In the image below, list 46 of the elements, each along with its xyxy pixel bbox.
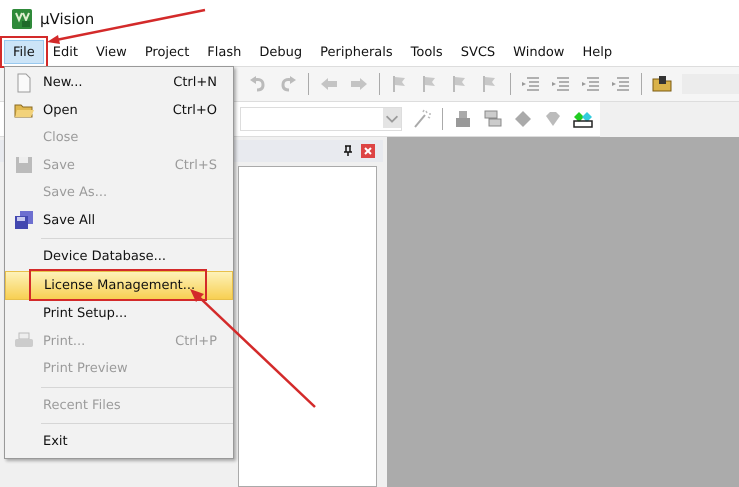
chevron-down-icon[interactable]: [383, 108, 401, 128]
menu-item[interactable]: View: [86, 40, 136, 64]
menu-entry[interactable]: Exit: [5, 428, 233, 456]
menu-entry[interactable]: Save All: [5, 206, 233, 234]
menu-entry-label: Save All: [43, 212, 96, 228]
menu-item[interactable]: Flash: [198, 40, 250, 64]
menu-item[interactable]: Project: [136, 40, 198, 64]
menu-entry-label: Print Setup...: [43, 306, 128, 322]
menu-entry-label: Save As...: [43, 185, 108, 200]
menu-entry-label: License Management...: [44, 278, 196, 293]
window-title: µVision: [40, 10, 94, 28]
menu-entry-label: Exit: [43, 434, 69, 450]
diamonds-icon[interactable]: [573, 109, 593, 129]
menu-entry-label: Device Database...: [43, 249, 168, 264]
menu-entry-label: Close: [43, 130, 80, 146]
menu-entry-label: Save: [43, 158, 76, 173]
menu-item[interactable]: Peripherals: [311, 40, 402, 64]
menu-entry-label: New...: [43, 75, 84, 90]
folder-icon[interactable]: [652, 74, 672, 94]
menu-entry[interactable]: Device Database...: [5, 243, 233, 270]
menu-entry-label: Print...: [43, 334, 86, 349]
windows-icon[interactable]: [483, 109, 503, 129]
menu-entry[interactable]: License Management...: [5, 270, 233, 300]
menu-entry[interactable]: Open Ctrl+O: [5, 96, 233, 124]
menu-item[interactable]: Debug: [250, 40, 312, 64]
floppy-disks-icon: [14, 210, 34, 230]
menu-entry[interactable]: Print Setup...: [5, 300, 233, 328]
shortcut-text: Ctrl+S: [174, 158, 217, 173]
menu-item[interactable]: SVCS: [452, 40, 504, 64]
app-logo-icon: [12, 9, 32, 29]
stack-icon[interactable]: [453, 109, 473, 129]
menu-item[interactable]: Edit: [44, 40, 87, 64]
menu-item[interactable]: Tools: [402, 40, 452, 64]
shortcut-text: Ctrl+N: [173, 75, 217, 90]
menu-entry-label: Recent Files: [43, 398, 122, 413]
menu-entry-label: Print Preview: [43, 361, 129, 376]
menu-item[interactable]: Help: [573, 40, 622, 64]
menu-entry-label: Open: [43, 102, 79, 118]
shortcut-text: Ctrl+O: [172, 102, 217, 118]
close-icon[interactable]: [361, 144, 375, 158]
shortcut-text: Ctrl+P: [175, 334, 217, 349]
magic-wand-icon[interactable]: [412, 109, 432, 129]
target-dropdown[interactable]: [240, 107, 402, 131]
pin-icon[interactable]: [343, 145, 353, 157]
menu-item[interactable]: Window: [504, 40, 574, 64]
diamond-icon[interactable]: [513, 109, 533, 129]
